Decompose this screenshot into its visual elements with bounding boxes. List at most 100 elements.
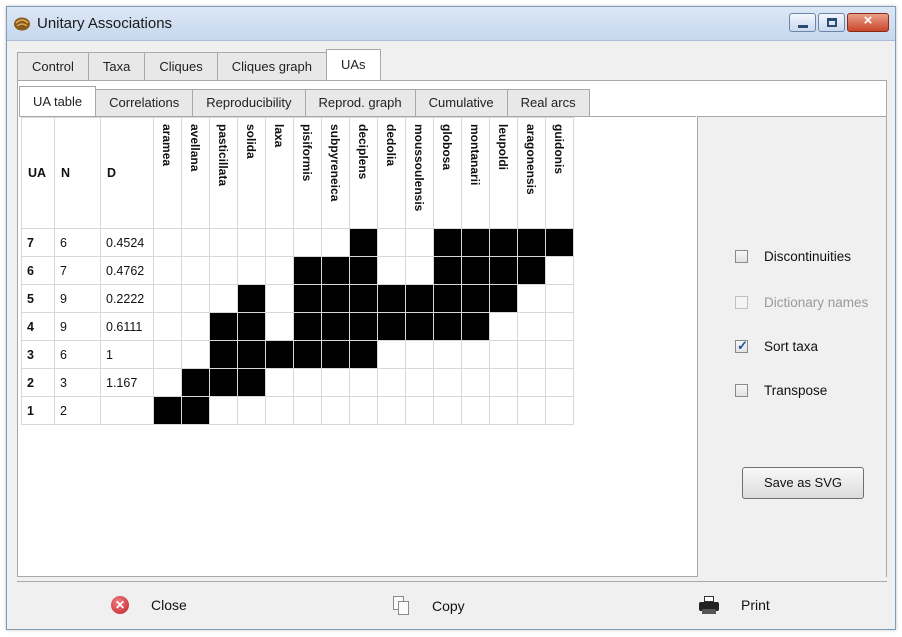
subtab-reproducibility[interactable]: Reproducibility (192, 89, 306, 116)
occurrence-cell-empty (377, 396, 406, 425)
subtab-reprod-graph[interactable]: Reprod. graph (304, 89, 416, 116)
occurrence-cell-filled (181, 396, 210, 425)
taxon-header[interactable]: guidonis (545, 117, 574, 229)
occurrence-cell-filled (377, 312, 406, 341)
tab-uas[interactable]: UAs (325, 49, 381, 80)
cell-d: 0.2222 (100, 284, 154, 313)
occurrence-cell-filled (461, 228, 490, 257)
table-row[interactable]: 6 7 0.4762 (21, 256, 574, 285)
occurrence-cell-empty (461, 368, 490, 397)
occurrence-cell-filled (181, 368, 210, 397)
discontinuities-checkbox-box[interactable] (735, 250, 748, 263)
taxon-label: pasticillata (216, 124, 230, 187)
taxon-header[interactable]: aramea (153, 117, 182, 229)
cell-n: 6 (54, 340, 101, 369)
taxon-label: montanarii (468, 124, 482, 186)
occurrence-cell-filled (265, 340, 294, 369)
occurrence-cell-filled (209, 340, 238, 369)
ua-table-header: UA N D aramea avellana pasticillata solida l… (21, 117, 574, 229)
taxon-header[interactable]: moussoulensis (405, 117, 434, 229)
transpose-label: Transpose (764, 383, 828, 398)
ua-table: UA N D aramea avellana pasticillata solida l… (21, 117, 574, 425)
subtab-real-arcs[interactable]: Real arcs (506, 89, 590, 116)
occurrence-cell-filled (349, 284, 378, 313)
occurrence-cell-empty (377, 340, 406, 369)
occurrence-cell-empty (321, 368, 350, 397)
taxon-header[interactable]: avellana (181, 117, 210, 229)
taxon-label: guidonis (552, 124, 566, 174)
occurrence-cell-empty (433, 396, 462, 425)
column-header-ua[interactable]: UA (21, 117, 55, 229)
occurrence-cell-empty (153, 368, 182, 397)
taxon-header[interactable]: pisiformis (293, 117, 322, 229)
taxon-label: moussoulensis (412, 124, 426, 212)
subtab-correlations[interactable]: Correlations (95, 89, 194, 116)
table-row[interactable]: 361 (21, 340, 574, 369)
minimize-button[interactable] (789, 13, 816, 32)
taxon-header[interactable]: subpyreneica (321, 117, 350, 229)
tab-control[interactable]: Control (17, 52, 89, 80)
sub-tab-strip: UA table Correlations Reproducibility Repro… (19, 86, 590, 116)
tab-taxa[interactable]: Taxa (87, 52, 146, 80)
tab-cliques[interactable]: Cliques (144, 52, 218, 80)
cell-n: 6 (54, 228, 101, 257)
occurrence-cell-empty (153, 284, 182, 313)
close-button[interactable]: ✕ Close (111, 596, 187, 614)
sort-taxa-checkbox-box[interactable] (735, 338, 748, 354)
taxon-header[interactable]: solida (237, 117, 266, 229)
column-header-n[interactable]: N (54, 117, 101, 229)
taxon-header[interactable]: aragonensis (517, 117, 546, 229)
taxon-label: subpyreneica (328, 124, 342, 202)
column-header-d[interactable]: D (100, 117, 154, 229)
taxon-header[interactable]: dedolia (377, 117, 406, 229)
occurrence-cell-empty (349, 368, 378, 397)
copy-button[interactable]: Copy (393, 596, 465, 615)
cell-ua: 2 (21, 368, 55, 397)
table-row[interactable]: 12 (21, 396, 574, 425)
cell-ua: 1 (21, 396, 55, 425)
occurrence-cell-empty (181, 312, 210, 341)
taxon-header[interactable]: deciplens (349, 117, 378, 229)
occurrence-cell-empty (489, 312, 518, 341)
occurrence-cell-empty (209, 256, 238, 285)
subtab-cumulative[interactable]: Cumulative (414, 89, 508, 116)
taxon-header[interactable]: montanarii (461, 117, 490, 229)
close-circle-icon: ✕ (111, 596, 129, 614)
maximize-button[interactable] (818, 13, 845, 32)
transpose-checkbox-box[interactable] (735, 384, 748, 397)
print-button[interactable]: Print (699, 596, 770, 614)
occurrence-cell-empty (265, 312, 294, 341)
occurrence-cell-filled (209, 312, 238, 341)
discontinuities-checkbox[interactable]: Discontinuities (735, 249, 851, 264)
occurrence-cell-filled (489, 284, 518, 313)
taxon-header[interactable]: laxa (265, 117, 294, 229)
occurrence-cell-filled (321, 312, 350, 341)
table-row[interactable]: 7 6 0.4524 (21, 228, 574, 257)
occurrence-cell-empty (517, 368, 546, 397)
table-row[interactable]: 5 9 0.2222 (21, 284, 574, 313)
occurrence-cell-empty (237, 228, 266, 257)
close-window-button[interactable]: × (847, 12, 889, 32)
copy-label: Copy (432, 597, 465, 614)
taxon-label: aramea (160, 124, 174, 167)
occurrence-cell-filled (321, 284, 350, 313)
minimize-icon (798, 25, 808, 28)
occurrence-cell-empty (293, 368, 322, 397)
occurrence-cell-empty (377, 228, 406, 257)
save-as-svg-button[interactable]: Save as SVG (742, 467, 864, 499)
tab-cliques-graph[interactable]: Cliques graph (216, 52, 327, 80)
transpose-checkbox[interactable]: Transpose (735, 383, 827, 398)
taxon-header[interactable]: pasticillata (209, 117, 238, 229)
subtab-ua-table[interactable]: UA table (19, 86, 97, 116)
occurrence-cell-filled (293, 312, 322, 341)
occurrence-cell-empty (237, 396, 266, 425)
title-bar[interactable]: Unitary Associations × (7, 7, 895, 41)
occurrence-cell-filled (545, 228, 574, 257)
bottom-toolbar: ✕ Close Copy Print (17, 581, 887, 627)
taxon-header[interactable]: globosa (433, 117, 462, 229)
table-row[interactable]: 2 3 1.167 (21, 368, 574, 397)
occurrence-cell-empty (181, 256, 210, 285)
table-row[interactable]: 4 9 0.6111 (21, 312, 574, 341)
sort-taxa-checkbox[interactable]: Sort taxa (735, 338, 818, 354)
taxon-header[interactable]: leupoldi (489, 117, 518, 229)
